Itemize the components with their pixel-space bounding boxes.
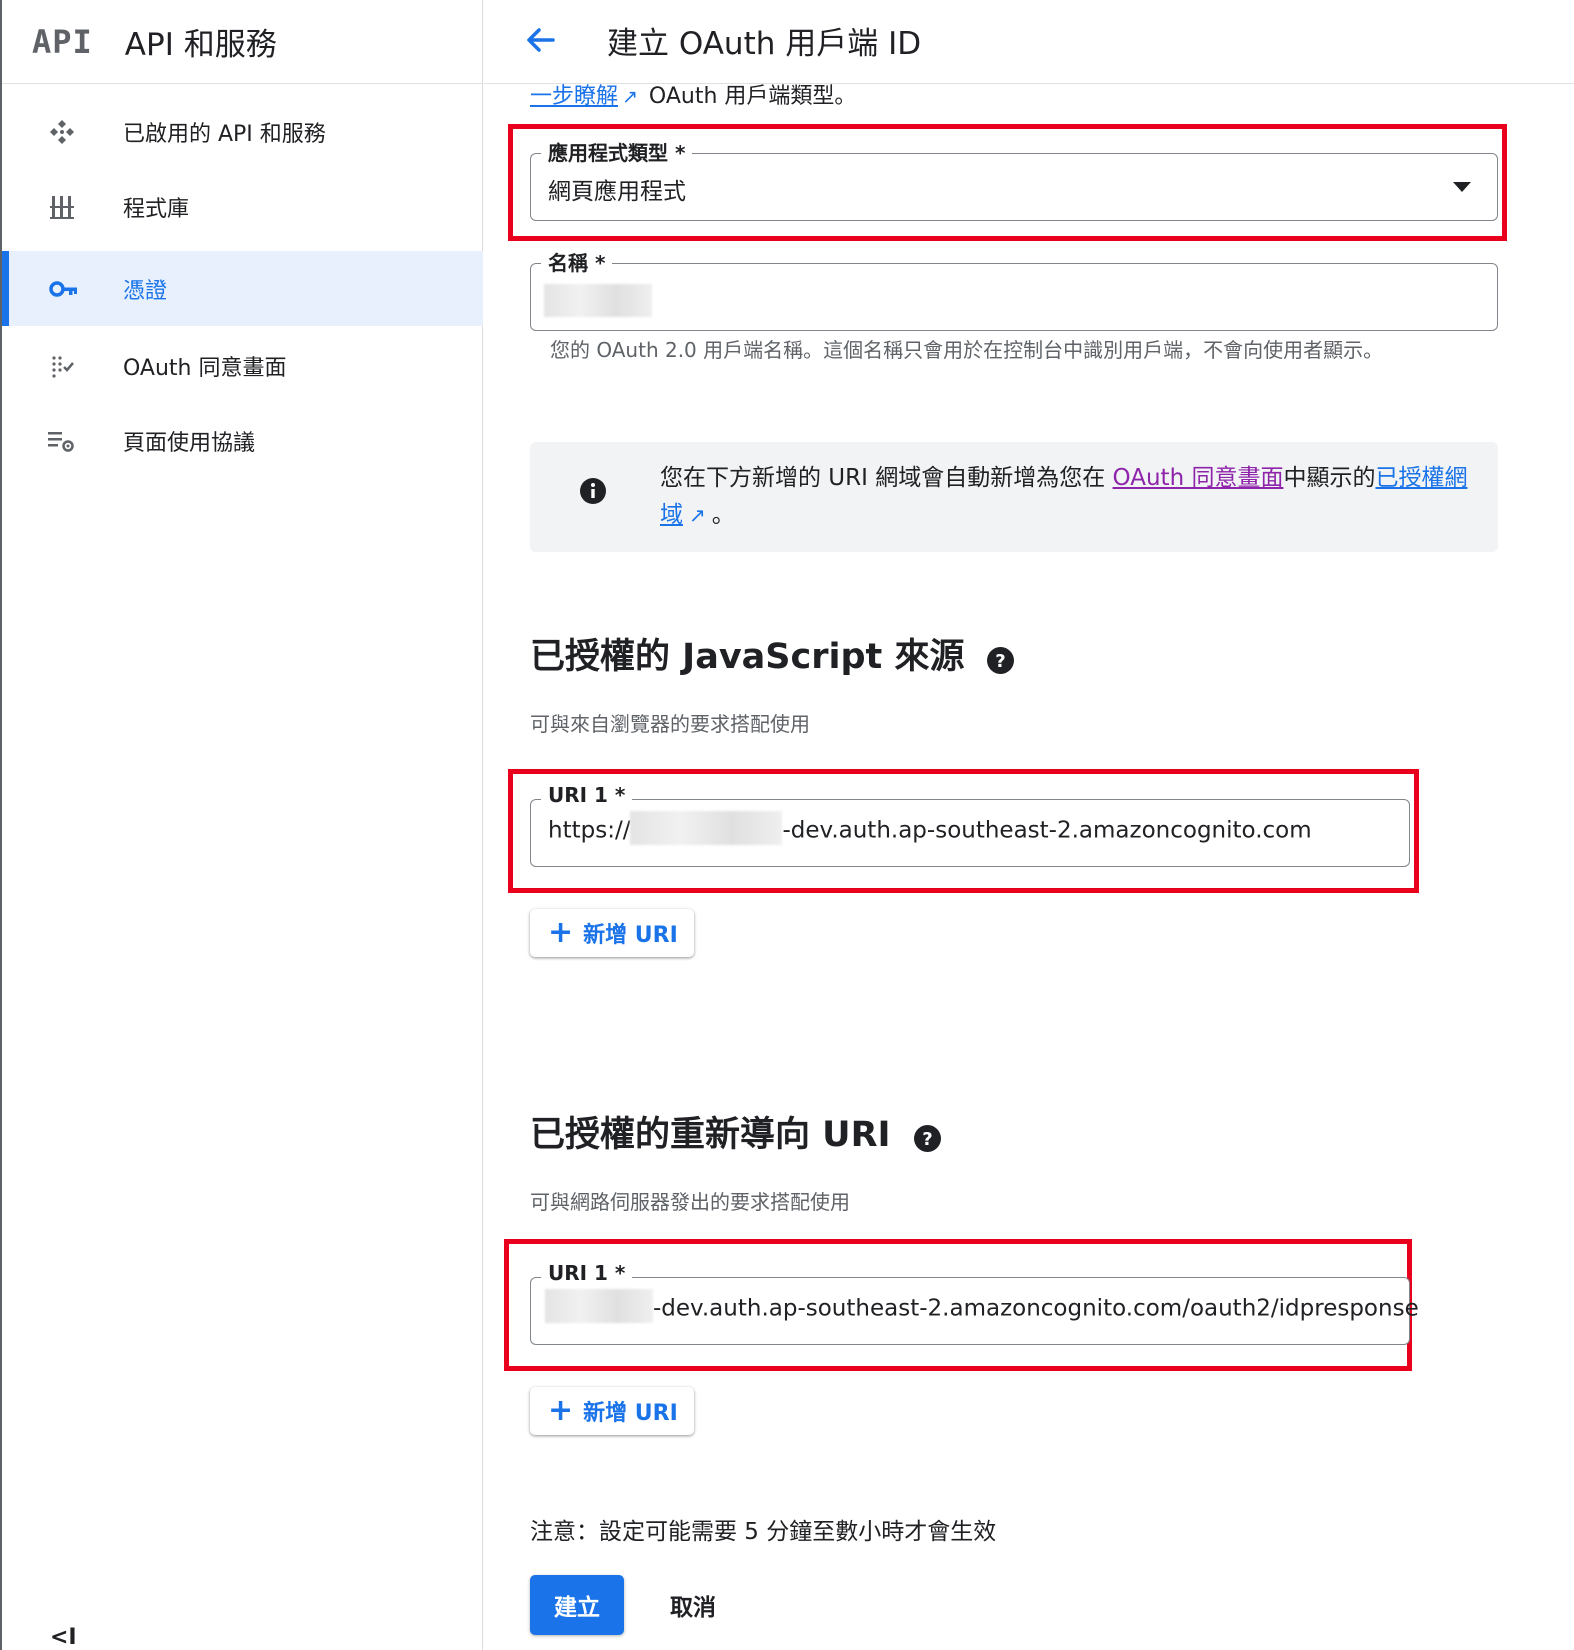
- back-arrow-icon[interactable]: [520, 20, 560, 60]
- info-prefix: 您在下方新增的 URI 網域會自動新增為您在: [660, 465, 1113, 491]
- svg-text:?: ?: [922, 1129, 932, 1150]
- plus-icon: +: [548, 915, 574, 950]
- add-js-origin-button[interactable]: + 新增 URI: [530, 909, 694, 957]
- redirect-uris-subtitle: 可與網路伺服器發出的要求搭配使用: [530, 1190, 850, 1214]
- sidebar-item-enabled-apis[interactable]: 已啟用的 API 和服務: [2, 94, 483, 169]
- js-origins-title-text: 已授權的 JavaScript 來源: [530, 637, 965, 677]
- js-origins-title: 已授權的 JavaScript 來源?: [530, 628, 1015, 679]
- info-middle: 中顯示的: [1283, 465, 1376, 491]
- sidebar-item-oauth-consent[interactable]: OAuth 同意畫面: [2, 328, 483, 403]
- key-icon: [48, 273, 80, 305]
- library-icon: [46, 191, 78, 223]
- redirect-uri-input[interactable]: URI 1 * -dev.auth.ap-southeast-2.amazonc…: [530, 1261, 1419, 1345]
- sidebar: API API 和服務 已啟用的 API 和服務 程式庫 憑證 OAuth 同意…: [0, 0, 483, 1650]
- svg-text:?: ?: [996, 651, 1006, 672]
- uri-redacted: [545, 1289, 653, 1323]
- consent-icon: [46, 350, 78, 382]
- plus-icon: +: [548, 1393, 574, 1428]
- collapse-sidebar-button[interactable]: <I: [50, 1625, 77, 1650]
- api-logo: API: [32, 22, 93, 61]
- name-hint: 您的 OAuth 2.0 用戶端名稱。這個名稱只會用於在控制台中識別用戶端，不會…: [550, 338, 1384, 362]
- sidebar-item-label: 憑證: [123, 278, 168, 304]
- info-text: 您在下方新增的 URI 網域會自動新增為您在 OAuth 同意畫面中顯示的已授權…: [660, 460, 1470, 534]
- redirect-uri-label: URI 1 *: [541, 1261, 633, 1285]
- external-link-icon: ↗: [689, 503, 706, 527]
- redirect-uris-title: 已授權的重新導向 URI?: [530, 1106, 942, 1157]
- add-uri-label: 新增 URI: [583, 923, 678, 948]
- api-hub-icon: [46, 116, 78, 148]
- uri-suffix: -dev.auth.ap-southeast-2.amazoncognito.c…: [782, 817, 1312, 844]
- settings-list-icon: [46, 425, 78, 457]
- page-title: 建立 OAuth 用戶端 ID: [607, 26, 922, 62]
- name-field[interactable]: 名稱 *: [530, 247, 1498, 331]
- uri-suffix: -dev.auth.ap-southeast-2.amazoncognito.c…: [653, 1295, 1419, 1322]
- js-origins-subtitle: 可與來自瀏覽器的要求搭配使用: [530, 712, 810, 736]
- oauth-consent-link[interactable]: OAuth 同意畫面: [1113, 465, 1284, 491]
- sidebar-item-library[interactable]: 程式庫: [2, 169, 483, 244]
- sidebar-item-page-agreements[interactable]: 頁面使用協議: [2, 403, 483, 478]
- add-redirect-uri-button[interactable]: + 新增 URI: [530, 1387, 694, 1435]
- name-value-redacted: [544, 284, 652, 317]
- propagation-note: 注意：設定可能需要 5 分鐘至數小時才會生效: [530, 1519, 997, 1545]
- sidebar-header: API API 和服務: [2, 0, 482, 84]
- dropdown-arrow-icon: [1453, 182, 1471, 192]
- info-icon: [579, 477, 607, 505]
- redirect-uris-title-text: 已授權的重新導向 URI: [530, 1115, 891, 1155]
- learn-more-suffix: OAuth 用戶端類型。: [641, 84, 857, 109]
- sidebar-item-label: 頁面使用協議: [123, 430, 256, 456]
- app-title: API 和服務: [124, 27, 277, 63]
- sidebar-item-label: OAuth 同意畫面: [123, 355, 287, 381]
- cancel-button[interactable]: 取消: [670, 1575, 716, 1635]
- learn-more-link[interactable]: 一步瞭解: [530, 84, 618, 109]
- app-type-label: 應用程式類型 *: [541, 137, 693, 166]
- app-type-value: 網頁應用程式: [548, 179, 686, 205]
- external-link-icon: ↗: [622, 86, 638, 108]
- sidebar-item-credentials[interactable]: 憑證: [2, 251, 483, 326]
- create-button[interactable]: 建立: [530, 1575, 624, 1635]
- info-suffix: 。: [711, 502, 735, 528]
- info-box: 您在下方新增的 URI 網域會自動新增為您在 OAuth 同意畫面中顯示的已授權…: [530, 442, 1498, 552]
- sidebar-item-label: 程式庫: [123, 196, 190, 222]
- app-type-select[interactable]: 應用程式類型 * 網頁應用程式: [530, 137, 1498, 221]
- help-icon[interactable]: ?: [986, 644, 1015, 674]
- uri-prefix: https://: [548, 817, 631, 844]
- sidebar-item-label: 已啟用的 API 和服務: [123, 121, 326, 147]
- top-bar: 建立 OAuth 用戶端 ID: [484, 0, 1574, 84]
- redirect-uri-value: -dev.auth.ap-southeast-2.amazoncognito.c…: [545, 1289, 1419, 1323]
- js-origin-uri-value: https:// -dev.auth.ap-southeast-2.amazonc…: [548, 811, 1312, 845]
- main-content: 建立 OAuth 用戶端 ID 一步瞭解 ↗ OAuth 用戶端類型。 應用程式類…: [484, 0, 1574, 1650]
- add-uri-label: 新增 URI: [583, 1401, 678, 1426]
- uri-redacted: [630, 811, 783, 845]
- js-origin-uri-label: URI 1 *: [541, 783, 633, 807]
- js-origin-uri-input[interactable]: URI 1 * https:// -dev.auth.ap-southeast-2…: [530, 783, 1410, 867]
- help-icon[interactable]: ?: [913, 1122, 942, 1152]
- name-label: 名稱 *: [541, 247, 613, 276]
